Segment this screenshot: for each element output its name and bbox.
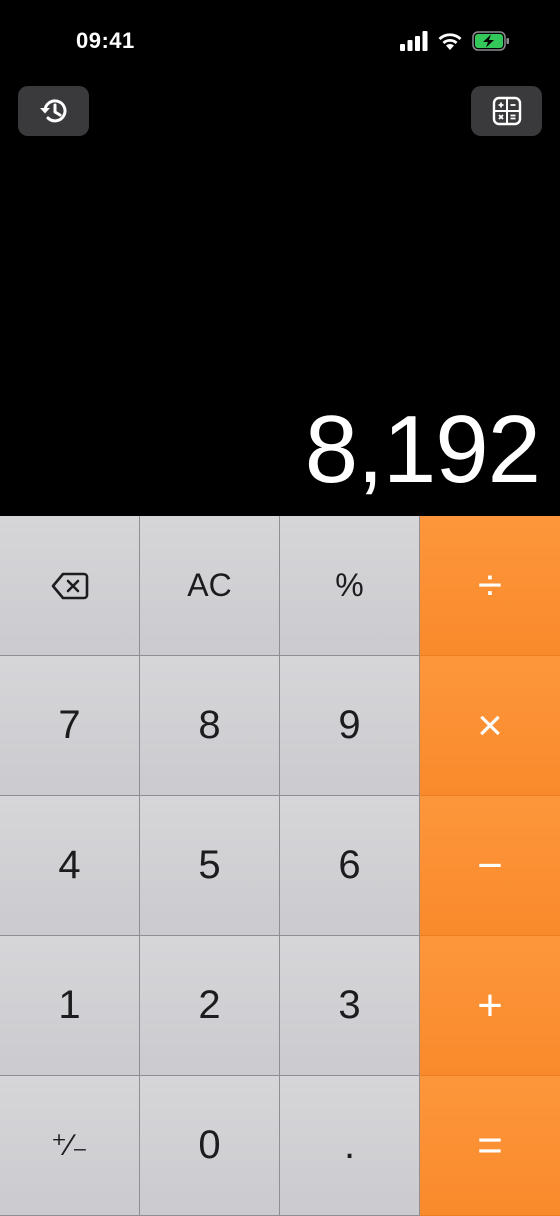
negate-button[interactable]: ⁺∕₋ (0, 1076, 140, 1216)
keypad: AC % ÷ 7 8 9 × 4 5 6 − 1 2 3 + ⁺∕₋ 0 . = (0, 516, 560, 1216)
key-4[interactable]: 4 (0, 796, 140, 936)
status-time: 09:41 (76, 28, 135, 53)
minus-button[interactable]: − (420, 796, 560, 936)
status-icons (400, 30, 510, 52)
divide-button[interactable]: ÷ (420, 516, 560, 656)
multiply-button[interactable]: × (420, 656, 560, 796)
calculator-grid-icon (492, 96, 521, 126)
history-icon (39, 99, 66, 123)
battery-charging-icon (472, 31, 509, 51)
plus-button[interactable]: + (420, 936, 560, 1076)
key-5[interactable]: 5 (140, 796, 280, 936)
history-button[interactable] (18, 86, 89, 136)
display-value: 8,192 (304, 396, 541, 503)
key-1[interactable]: 1 (0, 936, 140, 1076)
wifi-icon (438, 33, 462, 50)
backspace-button[interactable] (0, 516, 140, 656)
key-9[interactable]: 9 (280, 656, 420, 796)
clear-button[interactable]: AC (140, 516, 280, 656)
status-bar: 09:41 (0, 0, 560, 80)
percent-button[interactable]: % (280, 516, 420, 656)
cellular-signal-icon (400, 31, 428, 51)
key-2[interactable]: 2 (140, 936, 280, 1076)
key-6[interactable]: 6 (280, 796, 420, 936)
key-8[interactable]: 8 (140, 656, 280, 796)
key-3[interactable]: 3 (280, 936, 420, 1076)
decimal-button[interactable]: . (280, 1076, 420, 1216)
equals-button[interactable]: = (420, 1076, 560, 1216)
key-0[interactable]: 0 (140, 1076, 280, 1216)
calculator-mode-button[interactable] (471, 86, 542, 136)
backspace-icon (51, 572, 88, 599)
key-7[interactable]: 7 (0, 656, 140, 796)
